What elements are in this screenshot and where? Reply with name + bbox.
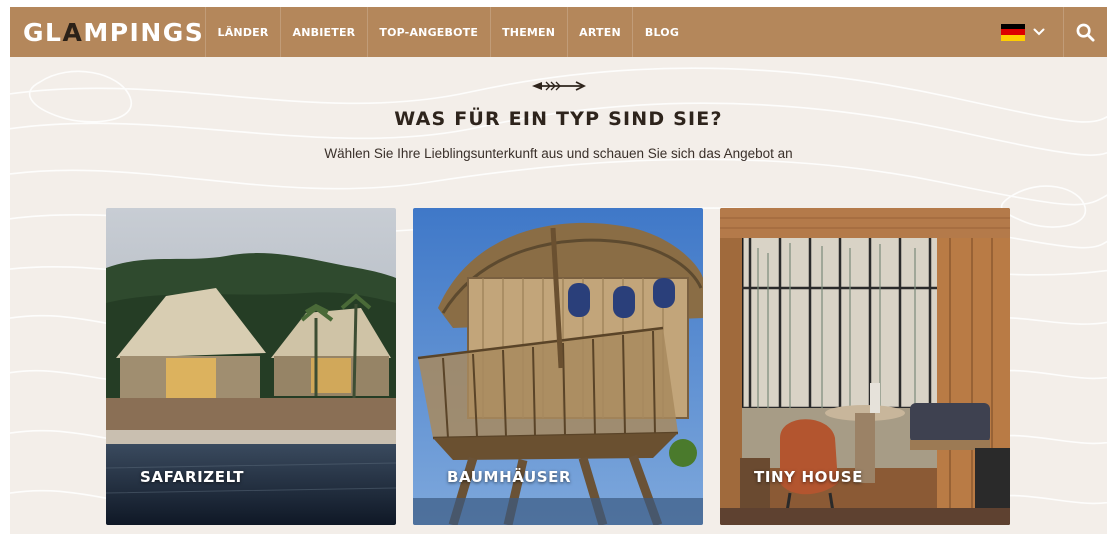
search-icon <box>1076 23 1095 42</box>
logo-text-pre: GL <box>23 17 63 47</box>
logo-text-post: MPINGS <box>83 17 205 47</box>
search-button[interactable] <box>1064 7 1107 57</box>
nav-item-arten[interactable]: ARTEN <box>568 7 634 57</box>
top-navbar: GL A MPINGS LÄNDER ANBIETER TOP-ANGEBOTE T… <box>10 7 1107 57</box>
card-baumhaeuser[interactable]: BAUMHÄUSER <box>413 208 703 525</box>
accommodation-type-section: WAS FÜR EIN TYP SIND SIE? Wählen Sie Ihr… <box>10 57 1107 534</box>
nav-item-anbieter[interactable]: ANBIETER <box>281 7 368 57</box>
card-label-tiny-house: TINY HOUSE <box>754 468 863 486</box>
nav-item-blog[interactable]: BLOG <box>633 7 690 57</box>
card-tiny-house[interactable]: TINY HOUSE <box>720 208 1010 525</box>
section-heading: WAS FÜR EIN TYP SIND SIE? <box>394 108 723 130</box>
language-selector[interactable] <box>991 7 1064 57</box>
nav-item-laender[interactable]: LÄNDER <box>206 7 282 57</box>
logo-text-tent-a: A <box>62 17 84 47</box>
glampings-logo[interactable]: GL A MPINGS <box>10 7 206 57</box>
card-safarizelt[interactable]: SAFARIZELT <box>106 208 396 525</box>
german-flag-icon <box>1001 23 1025 41</box>
chevron-down-icon <box>1033 28 1045 36</box>
section-subheading: Wählen Sie Ihre Lieblingsunterkunft aus … <box>324 146 793 161</box>
card-label-safarizelt: SAFARIZELT <box>140 468 245 486</box>
card-label-baumhaeuser: BAUMHÄUSER <box>447 468 572 486</box>
nav-item-top-angebote[interactable]: TOP-ANGEBOTE <box>368 7 491 57</box>
nav-item-themen[interactable]: THEMEN <box>491 7 568 57</box>
arrow-divider-icon <box>532 81 586 91</box>
